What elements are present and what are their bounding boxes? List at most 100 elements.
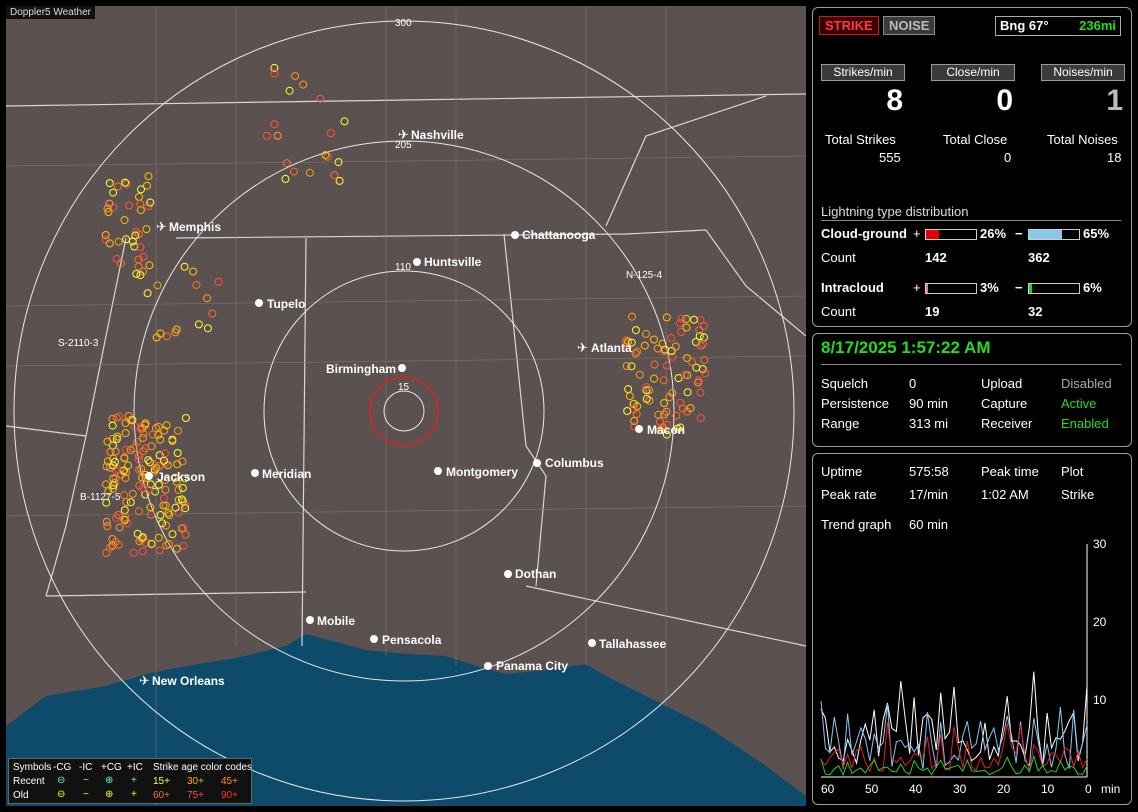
- storm-label-n: N-125-4: [626, 270, 663, 281]
- ic-plus-pct: 3%: [980, 280, 999, 295]
- airport-icon: ✈: [139, 673, 150, 688]
- status-panel: 8/17/2025 1:57:22 AM Squelch 0 Upload Di…: [812, 333, 1132, 447]
- ic-minus-pct: 6%: [1083, 280, 1102, 295]
- uptime-value: 575:58: [909, 464, 949, 479]
- city-dothan: Dothan: [515, 567, 556, 581]
- upload-label: Upload: [981, 376, 1023, 391]
- city-panama-city: Panama City: [496, 659, 568, 673]
- persistence-value: 90 min: [909, 396, 949, 411]
- city-macon: Macon: [647, 423, 685, 437]
- city-pensacola: Pensacola: [382, 633, 442, 647]
- ic-minus-bar: [1028, 283, 1080, 294]
- trend-x-20: 20: [997, 782, 1011, 796]
- trend-label: Trend graph: [821, 517, 892, 532]
- ic-plus-sign: +: [913, 280, 921, 295]
- ic-minus-sign: −: [1015, 280, 1023, 295]
- total-noises-label: Total Noises: [1047, 132, 1118, 147]
- bearing-distance: 236mi: [1079, 18, 1116, 33]
- range-label: Range: [821, 416, 860, 431]
- legend-recent-label: Recent: [13, 776, 45, 787]
- cg-minus-sign: −: [1015, 226, 1023, 241]
- city-meridian: Meridian: [262, 467, 311, 481]
- airport-icon: ✈: [156, 219, 167, 234]
- trend-value: 60 min: [909, 517, 949, 532]
- city-mobile: Mobile: [317, 614, 355, 628]
- city-new-orleans: New Orleans: [152, 674, 225, 688]
- legend-neg-cg: -CG: [53, 762, 72, 773]
- capture-value: Active: [1061, 396, 1097, 411]
- peak-rate-label: Peak rate: [821, 487, 877, 502]
- ring-label-110: 110: [395, 262, 411, 273]
- distribution-title: Lightning type distribution: [821, 204, 969, 219]
- legend-old-pos-ic-icon: +: [131, 789, 137, 800]
- noise-button[interactable]: NOISE: [883, 16, 936, 35]
- storm-label-b: B-1127-5: [80, 492, 121, 503]
- city-huntsville: Huntsville: [424, 255, 482, 269]
- squelch-label: Squelch: [821, 376, 868, 391]
- ring-label-15: 15: [398, 382, 410, 393]
- trend-line: [820, 671, 1088, 766]
- cg-count-label: Count: [821, 250, 856, 265]
- city-columbus: Columbus: [545, 456, 604, 470]
- city-nashville: Nashville: [411, 128, 464, 142]
- legend-pos-ic: +IC: [127, 762, 143, 773]
- legend-age-60: 60+: [153, 790, 170, 801]
- legend-old-neg-ic-icon: −: [83, 789, 89, 800]
- persistence-label: Persistence: [821, 396, 889, 411]
- legend-pos-cg: +CG: [101, 762, 122, 773]
- strikes-per-min-label[interactable]: Strikes/min: [821, 64, 905, 81]
- divider: [821, 364, 1121, 365]
- city-jackson: Jackson: [157, 470, 205, 484]
- ic-plus-bar: [925, 283, 977, 294]
- legend-old-neg-cg-icon: ⊖: [57, 789, 66, 800]
- ic-count-label: Count: [821, 304, 856, 319]
- cg-minus-count: 362: [1028, 250, 1050, 265]
- cg-plus-sign: +: [913, 226, 921, 241]
- legend-age-15: 15+: [153, 776, 170, 787]
- divider: [821, 220, 1121, 221]
- trend-y-20: 20: [1093, 615, 1107, 629]
- receiver-value: Enabled: [1061, 416, 1109, 431]
- legend-recent-neg-cg-icon: ⊖: [57, 775, 66, 786]
- legend-recent-pos-ic-icon: +: [131, 775, 137, 786]
- peak-rate-value: 17/min: [909, 487, 949, 502]
- plot-label: Plot: [1061, 464, 1084, 479]
- city-atlanta: Atlanta: [591, 341, 632, 355]
- cg-label: Cloud-ground: [821, 226, 907, 241]
- plot-value[interactable]: Strike: [1061, 487, 1094, 502]
- trend-x-0: 0: [1085, 782, 1092, 796]
- total-noises-value: 18: [1107, 150, 1122, 165]
- legend-old-pos-cg-icon: ⊕: [105, 789, 114, 800]
- squelch-value: 0: [909, 376, 917, 391]
- close-per-min-label[interactable]: Close/min: [931, 64, 1015, 81]
- city-birmingham: Birmingham: [326, 362, 396, 376]
- capture-label: Capture: [981, 396, 1028, 411]
- bearing-box: Bng 67° 236mi: [995, 16, 1121, 36]
- trend-line: [820, 700, 1088, 769]
- storm-label-s: S-2110-3: [58, 338, 99, 349]
- noises-per-min-label[interactable]: Noises/min: [1041, 64, 1125, 81]
- trend-x-30: 30: [953, 782, 967, 796]
- legend-symbols-label: Symbols: [13, 762, 52, 773]
- city-tallahassee: Tallahassee: [599, 637, 666, 651]
- strike-button[interactable]: STRIKE: [819, 16, 879, 35]
- noises-per-min-value: 1: [1106, 84, 1123, 117]
- app-title: Doppler5 Weather: [6, 6, 95, 19]
- airport-icon: ✈: [398, 127, 409, 142]
- upload-value: Disabled: [1061, 376, 1112, 391]
- cg-plus-count: 142: [925, 250, 947, 265]
- total-strikes-label: Total Strikes: [825, 132, 896, 147]
- trend-x-10: 10: [1041, 782, 1055, 796]
- receiver-label: Receiver: [981, 416, 1033, 431]
- cg-minus-pct: 65%: [1083, 226, 1110, 241]
- city-memphis: Memphis: [169, 220, 221, 234]
- peak-time-value: 1:02 AM: [981, 487, 1029, 502]
- legend-recent-neg-ic-icon: −: [83, 775, 89, 786]
- cg-plus-pct: 26%: [980, 226, 1007, 241]
- trend-y-30: 30: [1093, 537, 1107, 551]
- trend-x-unit: min: [1101, 782, 1120, 796]
- city-montgomery: Montgomery: [446, 465, 518, 479]
- legend-age-label: Strike age color codes: [153, 762, 252, 773]
- city-tupelo: Tupelo: [267, 297, 305, 311]
- lightning-map[interactable]: 300 205 110 15 Nashville Memphis Chattan…: [6, 6, 806, 806]
